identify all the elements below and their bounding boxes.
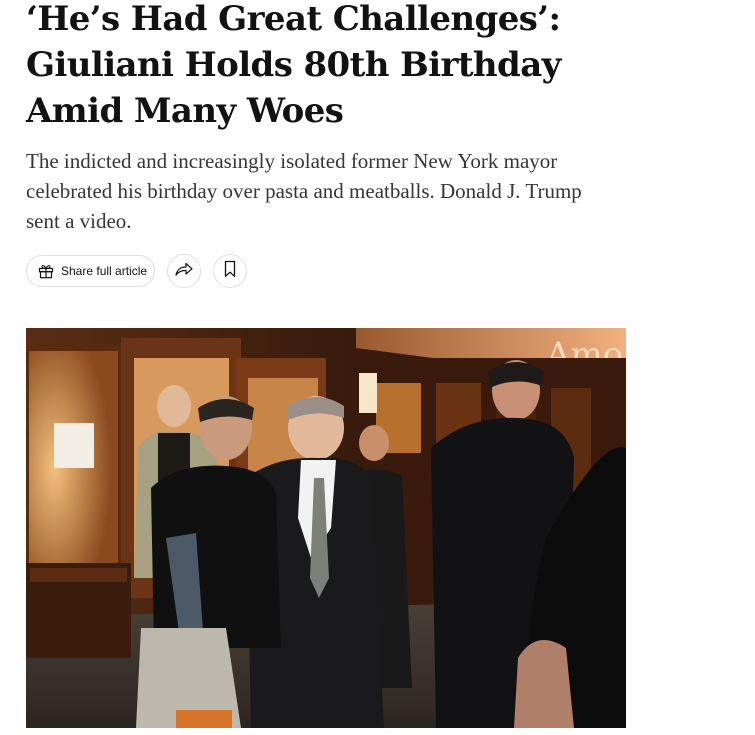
save-article-button[interactable] — [213, 254, 247, 288]
bookmark-icon — [223, 260, 237, 283]
article-headline: ‘He’s Had Great Challenges’: Giuliani Ho… — [26, 0, 561, 131]
share-button[interactable] — [167, 254, 201, 288]
share-full-article-label: Share full article — [61, 264, 148, 278]
share-toolbar: Share full article — [26, 254, 247, 288]
article-page: ‘He’s Had Great Challenges’: Giuliani Ho… — [0, 0, 755, 735]
share-arrow-icon — [174, 261, 194, 282]
share-full-article-button[interactable]: Share full article — [26, 255, 155, 287]
article-summary: The indicted and increasingly isolated f… — [26, 149, 582, 233]
gift-icon — [37, 262, 55, 280]
article-photo: Amo — [26, 328, 626, 728]
